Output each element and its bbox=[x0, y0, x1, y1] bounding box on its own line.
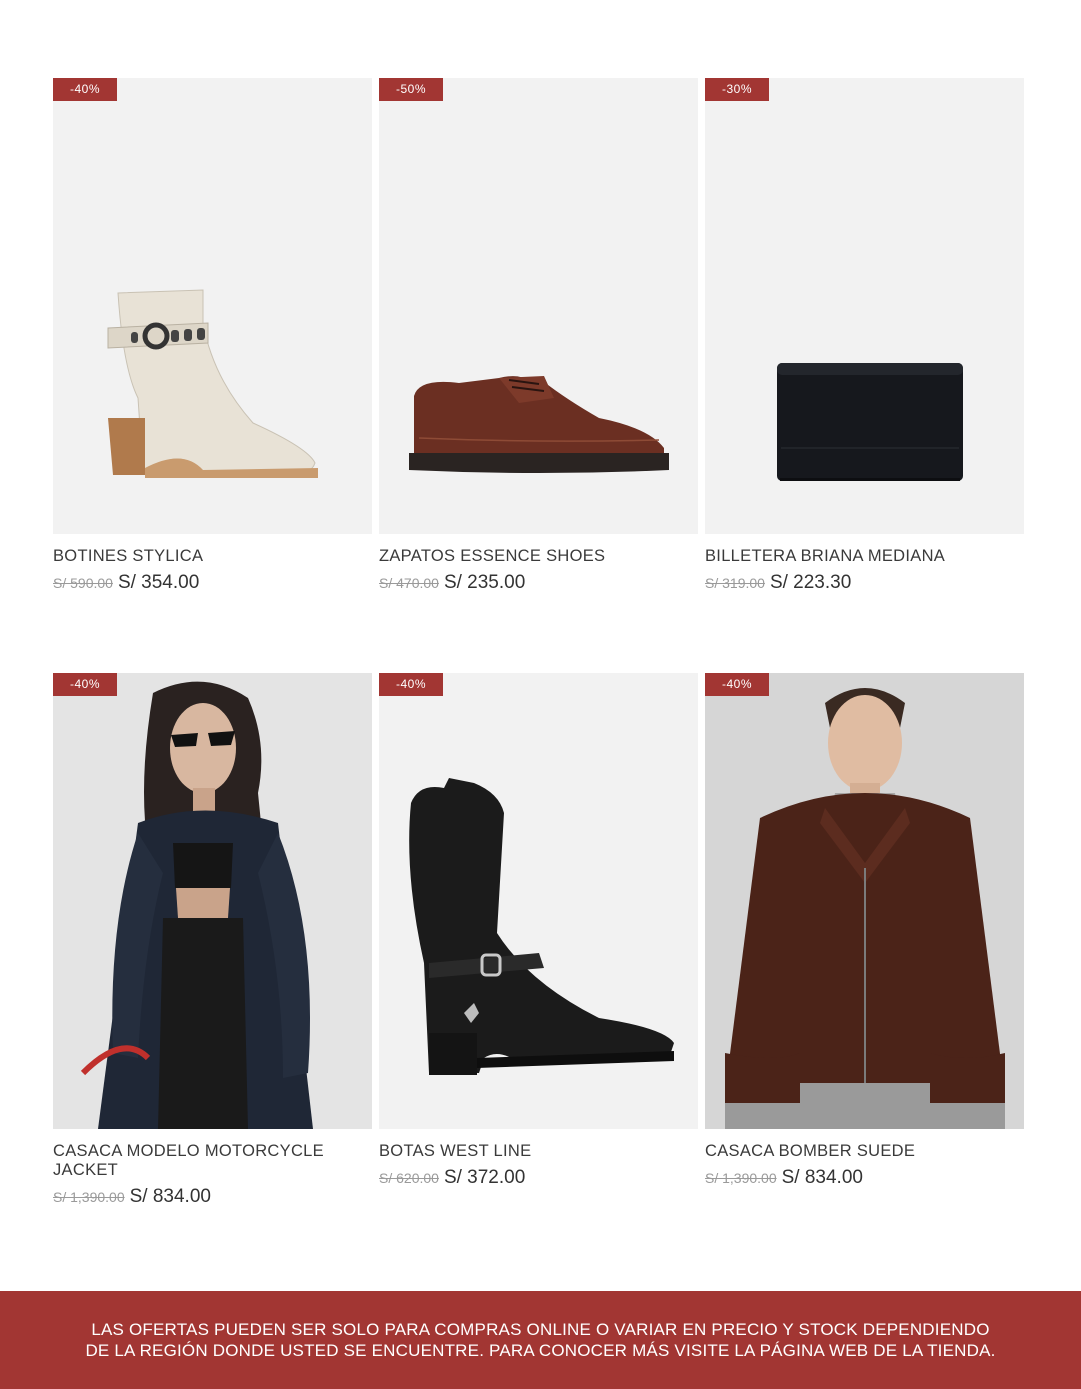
product-card[interactable]: -40% BOTINES STYLICA S/ 590.00 S/ 354.00 bbox=[53, 78, 372, 673]
original-price: S/ 319.00 bbox=[705, 575, 765, 591]
sale-price: S/ 834.00 bbox=[129, 1186, 211, 1207]
product-name[interactable]: BOTINES STYLICA bbox=[53, 547, 372, 566]
price-row: S/ 319.00 S/ 223.30 bbox=[705, 572, 1024, 594]
product-name[interactable]: BOTAS WEST LINE bbox=[379, 1142, 698, 1161]
product-name[interactable]: CASACA MODELO MOTORCYCLE JACKET bbox=[53, 1142, 372, 1180]
wallet-image bbox=[777, 363, 963, 481]
discount-badge: -40% bbox=[705, 673, 769, 696]
price-row: S/ 1,390.00 S/ 834.00 bbox=[53, 1186, 372, 1208]
price-row: S/ 1,390.00 S/ 834.00 bbox=[705, 1167, 1024, 1189]
product-name[interactable]: CASACA BOMBER SUEDE bbox=[705, 1142, 1024, 1161]
discount-badge: -30% bbox=[705, 78, 769, 101]
price-row: S/ 470.00 S/ 235.00 bbox=[379, 572, 698, 594]
original-price: S/ 620.00 bbox=[379, 1170, 439, 1186]
discount-badge: -50% bbox=[379, 78, 443, 101]
sale-price: S/ 354.00 bbox=[117, 572, 200, 593]
product-grid: -40% BOTINES STYLICA S/ 590.00 S/ 354.00… bbox=[53, 78, 1024, 1233]
original-price: S/ 1,390.00 bbox=[53, 1189, 125, 1205]
bomber-jacket-model-image bbox=[705, 673, 1024, 1129]
original-price: S/ 470.00 bbox=[379, 575, 439, 591]
sale-price: S/ 372.00 bbox=[443, 1167, 526, 1188]
sale-price: S/ 235.00 bbox=[443, 572, 526, 593]
product-image[interactable]: -40% bbox=[705, 673, 1024, 1129]
product-image[interactable]: -40% bbox=[53, 78, 372, 534]
product-name[interactable]: ZAPATOS ESSENCE SHOES bbox=[379, 547, 698, 566]
derby-shoe-image bbox=[409, 376, 669, 473]
discount-badge: -40% bbox=[53, 673, 117, 696]
product-card[interactable]: -30% BILLETERA BRIANA MEDIANA S/ 319.00 … bbox=[705, 78, 1024, 673]
product-image[interactable]: -50% bbox=[379, 78, 698, 534]
product-card[interactable]: -40% BOTAS WEST LINE S/ 620.00 S/ 372.00 bbox=[379, 673, 698, 1233]
product-name[interactable]: BILLETERA BRIANA MEDIANA bbox=[705, 547, 1024, 566]
product-card[interactable]: -50% ZAPATOS ESSENCE SHOES S/ 470.00 S/ … bbox=[379, 78, 698, 673]
disclaimer-line-2: DE LA REGIÓN DONDE USTED SE ENCUENTRE. P… bbox=[85, 1341, 996, 1360]
discount-badge: -40% bbox=[53, 78, 117, 101]
disclaimer-line-1: LAS OFERTAS PUEDEN SER SOLO PARA COMPRAS… bbox=[91, 1320, 990, 1339]
product-image[interactable]: -40% bbox=[379, 673, 698, 1129]
disclaimer-text: LAS OFERTAS PUEDEN SER SOLO PARA COMPRAS… bbox=[85, 1319, 995, 1361]
product-card[interactable]: -40% CASACA BOMBER SUEDE S/ 1,390.00 S/ … bbox=[705, 673, 1024, 1233]
discount-badge: -40% bbox=[379, 673, 443, 696]
product-image[interactable]: -40% bbox=[53, 673, 372, 1129]
original-price: S/ 1,390.00 bbox=[705, 1170, 777, 1186]
western-boot-image bbox=[409, 778, 674, 1075]
product-card[interactable]: -40% CASACA MODELO MOTORCYCLE JACKET S/ … bbox=[53, 673, 372, 1233]
price-row: S/ 620.00 S/ 372.00 bbox=[379, 1167, 698, 1189]
ankle-boot-image bbox=[107, 289, 318, 478]
original-price: S/ 590.00 bbox=[53, 575, 113, 591]
disclaimer-banner: LAS OFERTAS PUEDEN SER SOLO PARA COMPRAS… bbox=[0, 1291, 1081, 1389]
motorcycle-jacket-model-image bbox=[53, 673, 372, 1129]
price-row: S/ 590.00 S/ 354.00 bbox=[53, 572, 372, 594]
sale-price: S/ 223.30 bbox=[769, 572, 852, 593]
product-image[interactable]: -30% bbox=[705, 78, 1024, 534]
sale-price: S/ 834.00 bbox=[781, 1167, 863, 1188]
